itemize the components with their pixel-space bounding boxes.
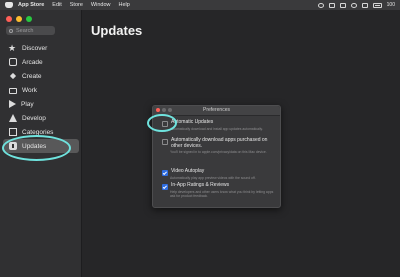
menu-extras: 100	[317, 0, 400, 10]
search-field[interactable]: Search	[6, 26, 55, 35]
option-description: You'll be signed in to apple.com/privacy…	[170, 149, 267, 154]
search-icon	[9, 28, 13, 33]
menu-edit[interactable]: Edit	[52, 0, 61, 10]
wifi-icon[interactable]	[350, 2, 357, 8]
sidebar-item-create[interactable]: Create	[3, 69, 79, 83]
highlight-ring	[2, 135, 71, 161]
menu-window[interactable]: Window	[91, 0, 111, 10]
status-icon[interactable]	[328, 2, 335, 8]
battery-percent: 100	[386, 2, 395, 8]
auto-download-checkbox[interactable]	[162, 138, 168, 145]
sidebar-item-develop[interactable]: Develop	[3, 111, 79, 125]
in-app-ratings-checkbox[interactable]	[162, 183, 168, 190]
apple-menu-icon[interactable]	[5, 2, 13, 8]
option-video-autoplay: Video Autoplay Automatically play app pr…	[162, 168, 277, 181]
window-controls	[6, 16, 36, 22]
menu-help[interactable]: Help	[118, 0, 129, 10]
play-icon	[9, 100, 16, 108]
sidebar-item-arcade[interactable]: Arcade	[3, 55, 79, 69]
option-in-app-ratings: In-App Ratings & Reviews Help developers…	[162, 182, 277, 199]
option-auto-download-purchased: Automatically download apps purchased on…	[162, 137, 277, 154]
sidebar-item-label: Work	[22, 86, 38, 94]
create-icon	[9, 72, 17, 80]
star-icon	[8, 44, 17, 52]
video-autoplay-checkbox[interactable]	[162, 169, 168, 176]
minimize-button[interactable]	[16, 16, 22, 22]
sidebar-item-label: Arcade	[22, 58, 43, 66]
option-label: Automatically download apps purchased on…	[171, 137, 268, 149]
option-description: Help developers and other users know wha…	[170, 190, 274, 199]
option-description: Automatically download and install app u…	[170, 127, 263, 132]
option-automatic-updates: Automatic Updates Automatically download…	[162, 119, 277, 132]
page-title: Updates	[91, 23, 143, 38]
close-button[interactable]	[6, 16, 12, 22]
sidebar-item-label: Play	[21, 100, 34, 108]
menu-bar: App Store Edit Store Window Help 100	[0, 0, 400, 10]
sidebar-item-discover[interactable]: Discover	[3, 41, 79, 55]
hammer-icon	[9, 114, 17, 122]
zoom-button[interactable]	[26, 16, 32, 22]
sidebar-item-label: Create	[22, 72, 42, 80]
arcade-icon	[9, 58, 17, 66]
preferences-title: Preferences	[203, 107, 230, 113]
option-label: Automatic Updates	[171, 119, 214, 125]
status-icon[interactable]	[317, 2, 324, 8]
option-description: Automatically play app preview videos wi…	[170, 176, 256, 181]
battery-icon[interactable]	[372, 2, 382, 8]
sidebar-item-work[interactable]: Work	[3, 83, 79, 97]
option-label: Video Autoplay	[171, 168, 205, 174]
option-label: In-App Ratings & Reviews	[171, 182, 230, 188]
menu-app-store[interactable]: App Store	[18, 0, 44, 10]
menu-store[interactable]: Store	[70, 0, 83, 10]
highlight-ring	[147, 114, 177, 132]
briefcase-icon	[9, 87, 17, 94]
search-placeholder: Search	[16, 27, 34, 34]
volume-icon[interactable]	[361, 2, 368, 8]
sidebar-item-play[interactable]: Play	[3, 97, 79, 111]
sidebar-item-label: Discover	[22, 44, 48, 52]
sidebar-item-label: Develop	[22, 114, 46, 122]
status-icon[interactable]	[339, 2, 346, 8]
categories-icon	[9, 128, 17, 136]
preferences-titlebar[interactable]: Preferences	[153, 106, 280, 116]
